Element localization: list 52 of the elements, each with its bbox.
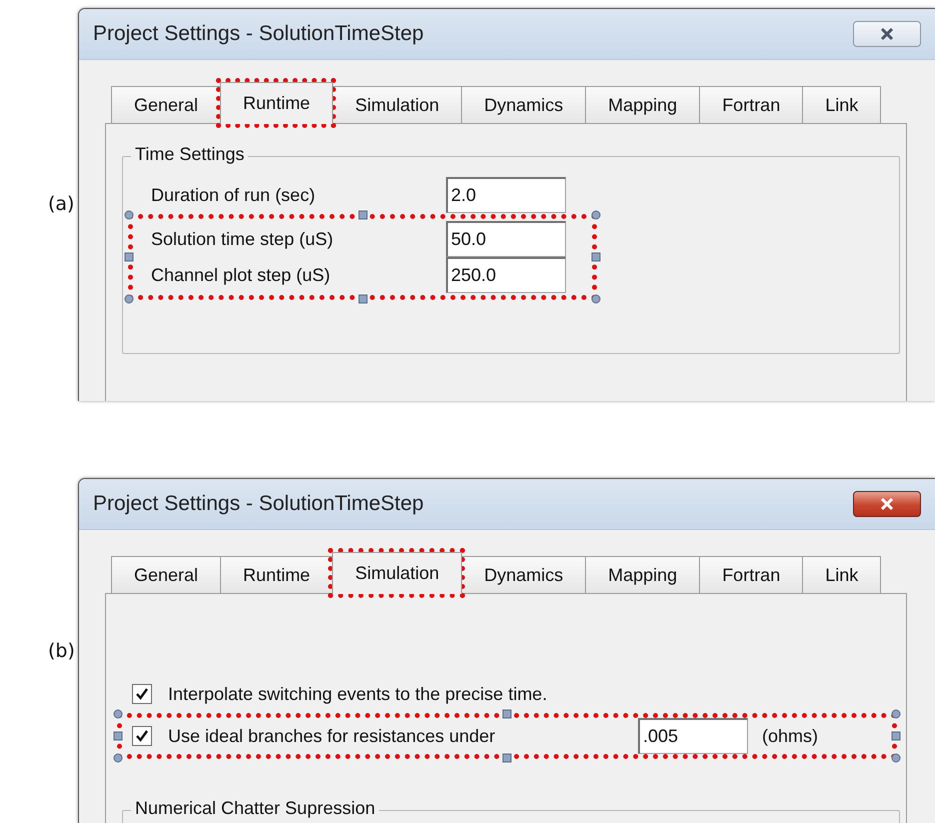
tab[interactable]: Dynamics (461, 86, 586, 124)
tab[interactable]: General (111, 556, 222, 594)
checkbox[interactable] (132, 684, 152, 704)
tab[interactable]: Fortran (699, 86, 804, 124)
checkbox-label: Interpolate switching events to the precise time. (168, 684, 548, 704)
tab[interactable]: Fortran (699, 556, 804, 594)
input-field[interactable]: 50.0 (446, 221, 566, 257)
selection-handle[interactable] (114, 732, 122, 740)
field-label: Channel plot step (uS) (150, 264, 332, 286)
group-title: Numerical Chatter Supression (131, 798, 380, 819)
tab[interactable]: General (111, 86, 222, 124)
close-button[interactable] (853, 21, 921, 47)
window-title: Project Settings - SolutionTimeStep (93, 492, 424, 516)
tab[interactable]: Simulation (332, 552, 462, 594)
input-field[interactable]: 2.0 (446, 177, 566, 213)
input-field[interactable]: 250.0 (446, 257, 566, 293)
tab[interactable]: Simulation (332, 86, 462, 124)
checkbox-label: Use ideal branches for resistances under (168, 726, 496, 746)
tab[interactable]: Runtime (220, 82, 334, 124)
selection-handle[interactable] (592, 210, 600, 220)
tab[interactable]: Dynamics (461, 556, 586, 594)
selection-handle[interactable] (592, 252, 600, 262)
checkbox[interactable] (132, 726, 152, 746)
selection-handle[interactable] (114, 754, 122, 762)
selection-handle[interactable] (124, 294, 134, 304)
group-title: Time Settings (131, 144, 248, 165)
close-icon (879, 497, 895, 511)
selection-handle[interactable] (358, 294, 367, 304)
selection-handle[interactable] (114, 710, 122, 718)
close-icon (879, 27, 895, 41)
tab[interactable]: Runtime (220, 556, 334, 594)
selection-handle[interactable] (358, 210, 367, 220)
field-label: Duration of run (sec) (150, 184, 316, 206)
selection-handle[interactable] (892, 732, 900, 740)
input-field[interactable]: .005 (638, 718, 748, 754)
tab[interactable]: Link (802, 556, 882, 594)
panel-label: (b) (47, 640, 76, 662)
selection-handle[interactable] (502, 754, 512, 762)
selection-handle[interactable] (892, 710, 900, 718)
tab[interactable]: Mapping (585, 556, 700, 594)
selection-handle[interactable] (502, 710, 512, 718)
tab[interactable]: Mapping (585, 86, 700, 124)
close-button[interactable] (853, 491, 921, 517)
selection-handle[interactable] (124, 210, 134, 220)
selection-handle[interactable] (124, 252, 134, 262)
panel-label: (a) (47, 193, 76, 215)
field-label: Solution time step (uS) (150, 228, 334, 250)
selection-handle[interactable] (592, 294, 600, 304)
window-title: Project Settings - SolutionTimeStep (93, 22, 424, 46)
selection-handle[interactable] (892, 754, 900, 762)
unit-label: (ohms) (762, 726, 818, 746)
tab[interactable]: Link (802, 86, 882, 124)
